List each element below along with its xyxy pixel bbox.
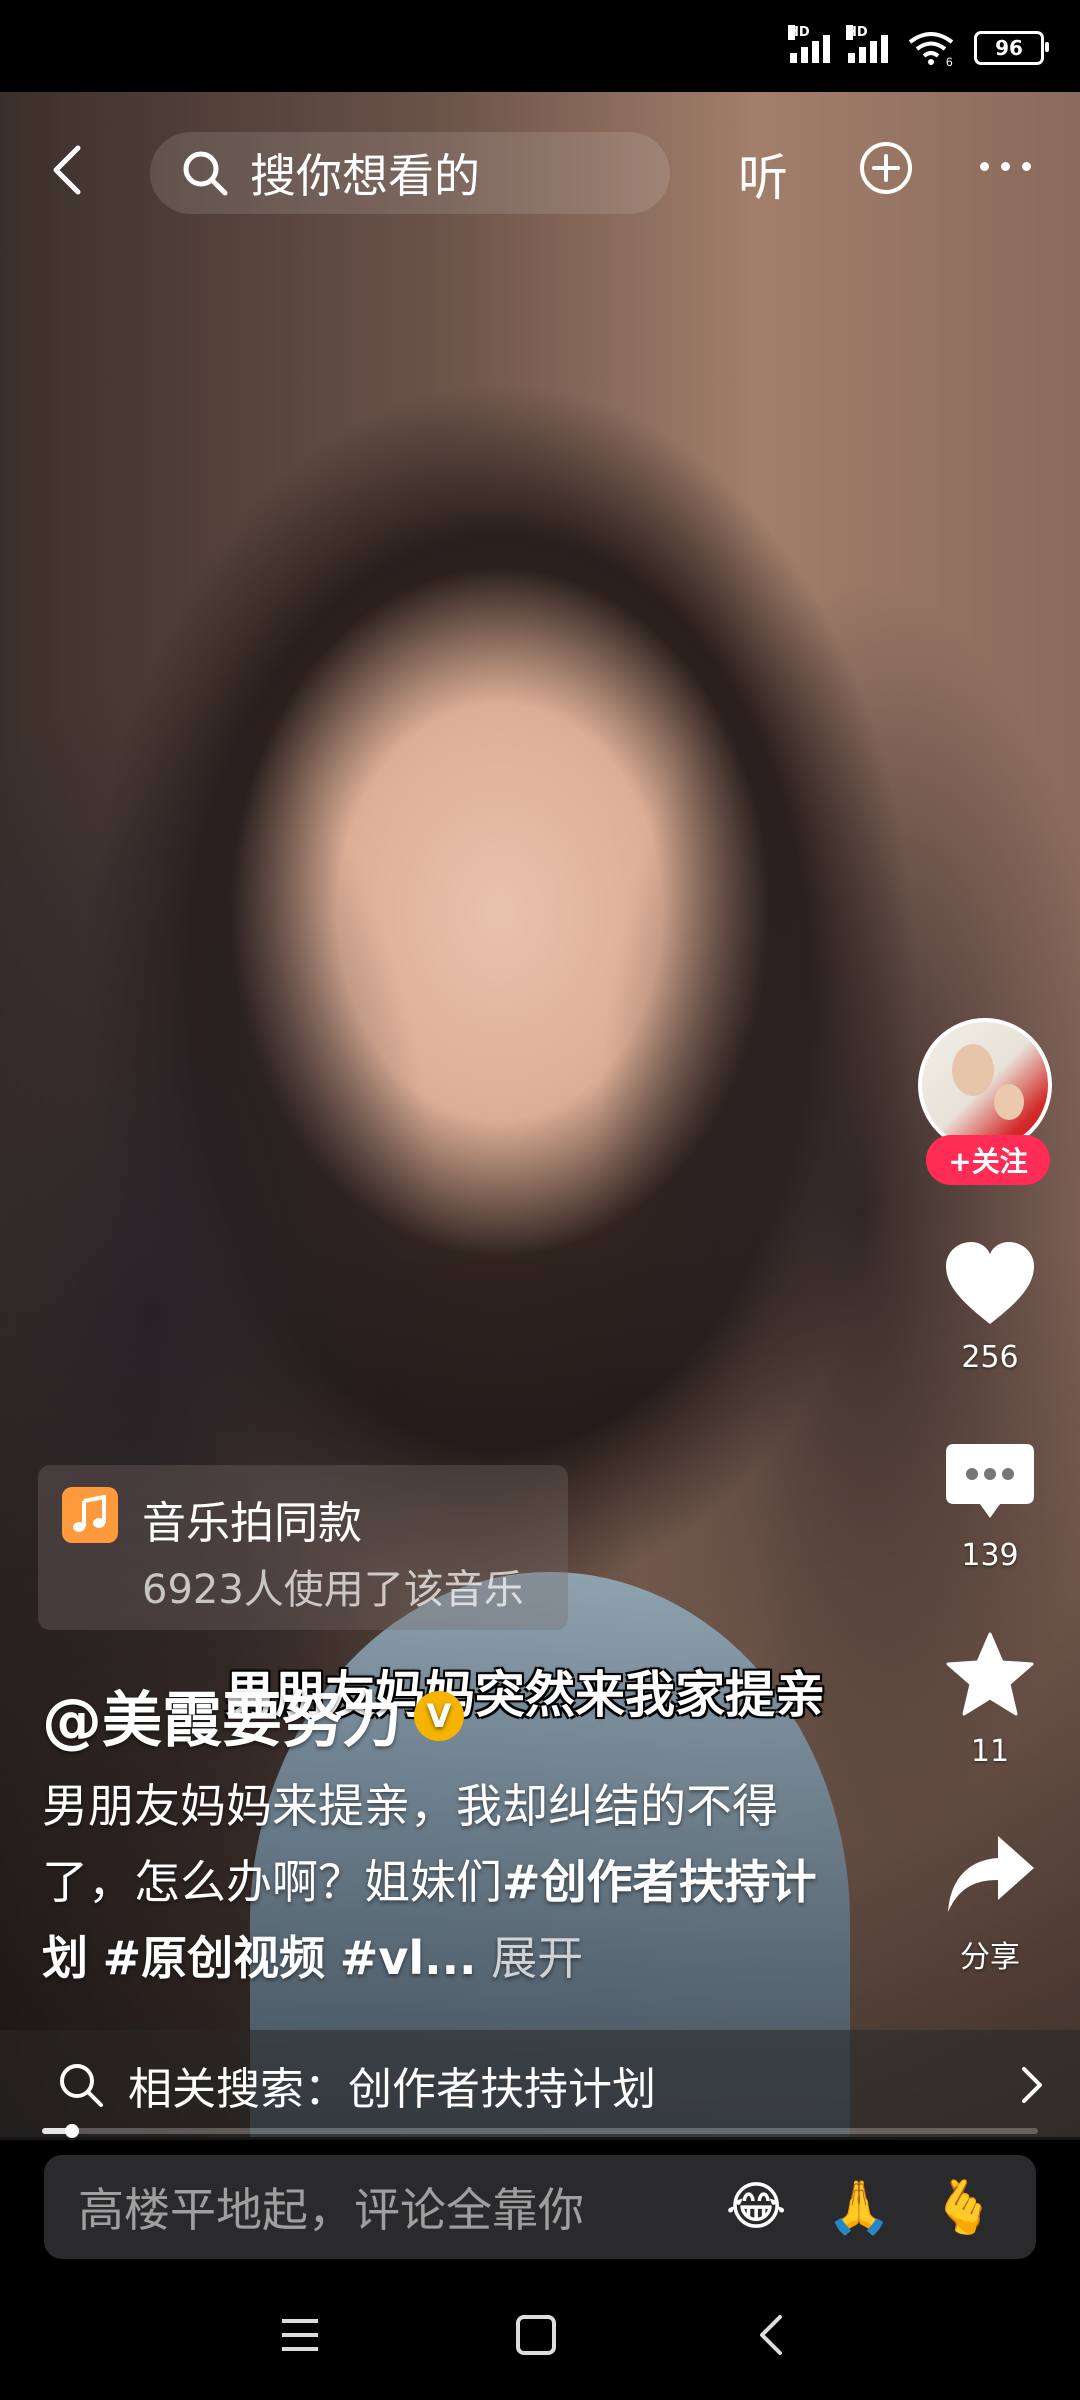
post-description[interactable]: 男朋友妈妈来提亲，我却纠结的不得了，怎么办啊？姐妹们#创作者扶持计划 #原创视频…	[42, 1768, 862, 1996]
emoji-pray-button[interactable]: 🙏	[827, 2177, 892, 2238]
back-icon[interactable]	[40, 130, 100, 210]
comment-button[interactable]: 139	[935, 1440, 1045, 1573]
music-usage: 6923人使用了该音乐	[142, 1567, 524, 1613]
svg-text:6: 6	[946, 55, 953, 66]
like-count: 256	[961, 1340, 1019, 1375]
comment-icon	[946, 1444, 1034, 1518]
home-square-icon[interactable]	[514, 2313, 558, 2357]
heart-icon	[946, 1242, 1034, 1324]
search-icon	[60, 2064, 103, 2107]
system-nav-bar	[0, 2270, 1080, 2400]
back-triangle-icon[interactable]	[752, 2313, 792, 2357]
comment-placeholder: 高楼平地起，评论全靠你	[78, 2183, 584, 2237]
signal-icon: HD	[788, 25, 830, 63]
search-icon	[183, 151, 228, 196]
related-search-label: 相关搜索：创作者扶持计划	[128, 2064, 656, 2115]
more-icon[interactable]	[980, 162, 1031, 171]
music-note-icon	[62, 1487, 118, 1543]
related-search-bar[interactable]: 相关搜索：创作者扶持计划	[0, 2030, 1080, 2140]
share-icon	[948, 1836, 1034, 1912]
battery-indicator: 96	[974, 31, 1049, 65]
video-progress-bar[interactable]	[42, 2124, 1038, 2138]
share-button[interactable]: 分享	[935, 1830, 1045, 1976]
menu-icon[interactable]	[278, 2315, 322, 2355]
avatar-child	[994, 1084, 1024, 1120]
signal-icon: HD	[846, 25, 888, 63]
music-card[interactable]: 音乐拍同款 6923人使用了该音乐	[38, 1465, 568, 1630]
progress-handle[interactable]	[64, 2124, 79, 2138]
emoji-heart-fingers-button[interactable]: 🫰	[931, 2177, 996, 2238]
emoji-laugh-button[interactable]: 😂	[726, 2177, 787, 2237]
author-avatar[interactable]	[918, 1018, 1052, 1152]
comment-input[interactable]: 高楼平地起，评论全靠你 😂 🙏 🫰	[44, 2155, 1036, 2259]
comment-count: 139	[961, 1538, 1019, 1573]
like-button[interactable]: 256	[935, 1240, 1045, 1375]
search-bar[interactable]: 搜你想看的	[150, 132, 670, 214]
top-bar: 搜你想看的 听	[0, 110, 1080, 230]
hashtag[interactable]: #vl...	[340, 1931, 477, 1985]
music-title: 音乐拍同款	[142, 1498, 362, 1549]
chevron-right-icon	[1022, 2067, 1042, 2103]
author-name[interactable]: @美霞要努力 V	[42, 1672, 464, 1759]
status-bar: HD HD 6 96	[0, 0, 1080, 92]
favorite-button[interactable]: 11	[935, 1630, 1045, 1769]
wifi-icon: 6	[908, 32, 954, 66]
listen-button[interactable]: 听	[738, 138, 788, 210]
favorite-count: 11	[970, 1734, 1010, 1769]
author-handle: @美霞要努力	[42, 1686, 402, 1756]
follow-button[interactable]: +关注	[926, 1135, 1050, 1185]
search-placeholder: 搜你想看的	[250, 149, 480, 203]
star-icon	[946, 1632, 1034, 1716]
verified-badge: V	[414, 1690, 464, 1741]
hashtag[interactable]: #原创视频	[103, 1931, 326, 1985]
expand-link[interactable]: 展开	[491, 1931, 583, 1985]
plus-circle-icon[interactable]	[858, 140, 914, 196]
avatar-person	[952, 1044, 994, 1096]
share-label: 分享	[960, 1940, 1020, 1975]
